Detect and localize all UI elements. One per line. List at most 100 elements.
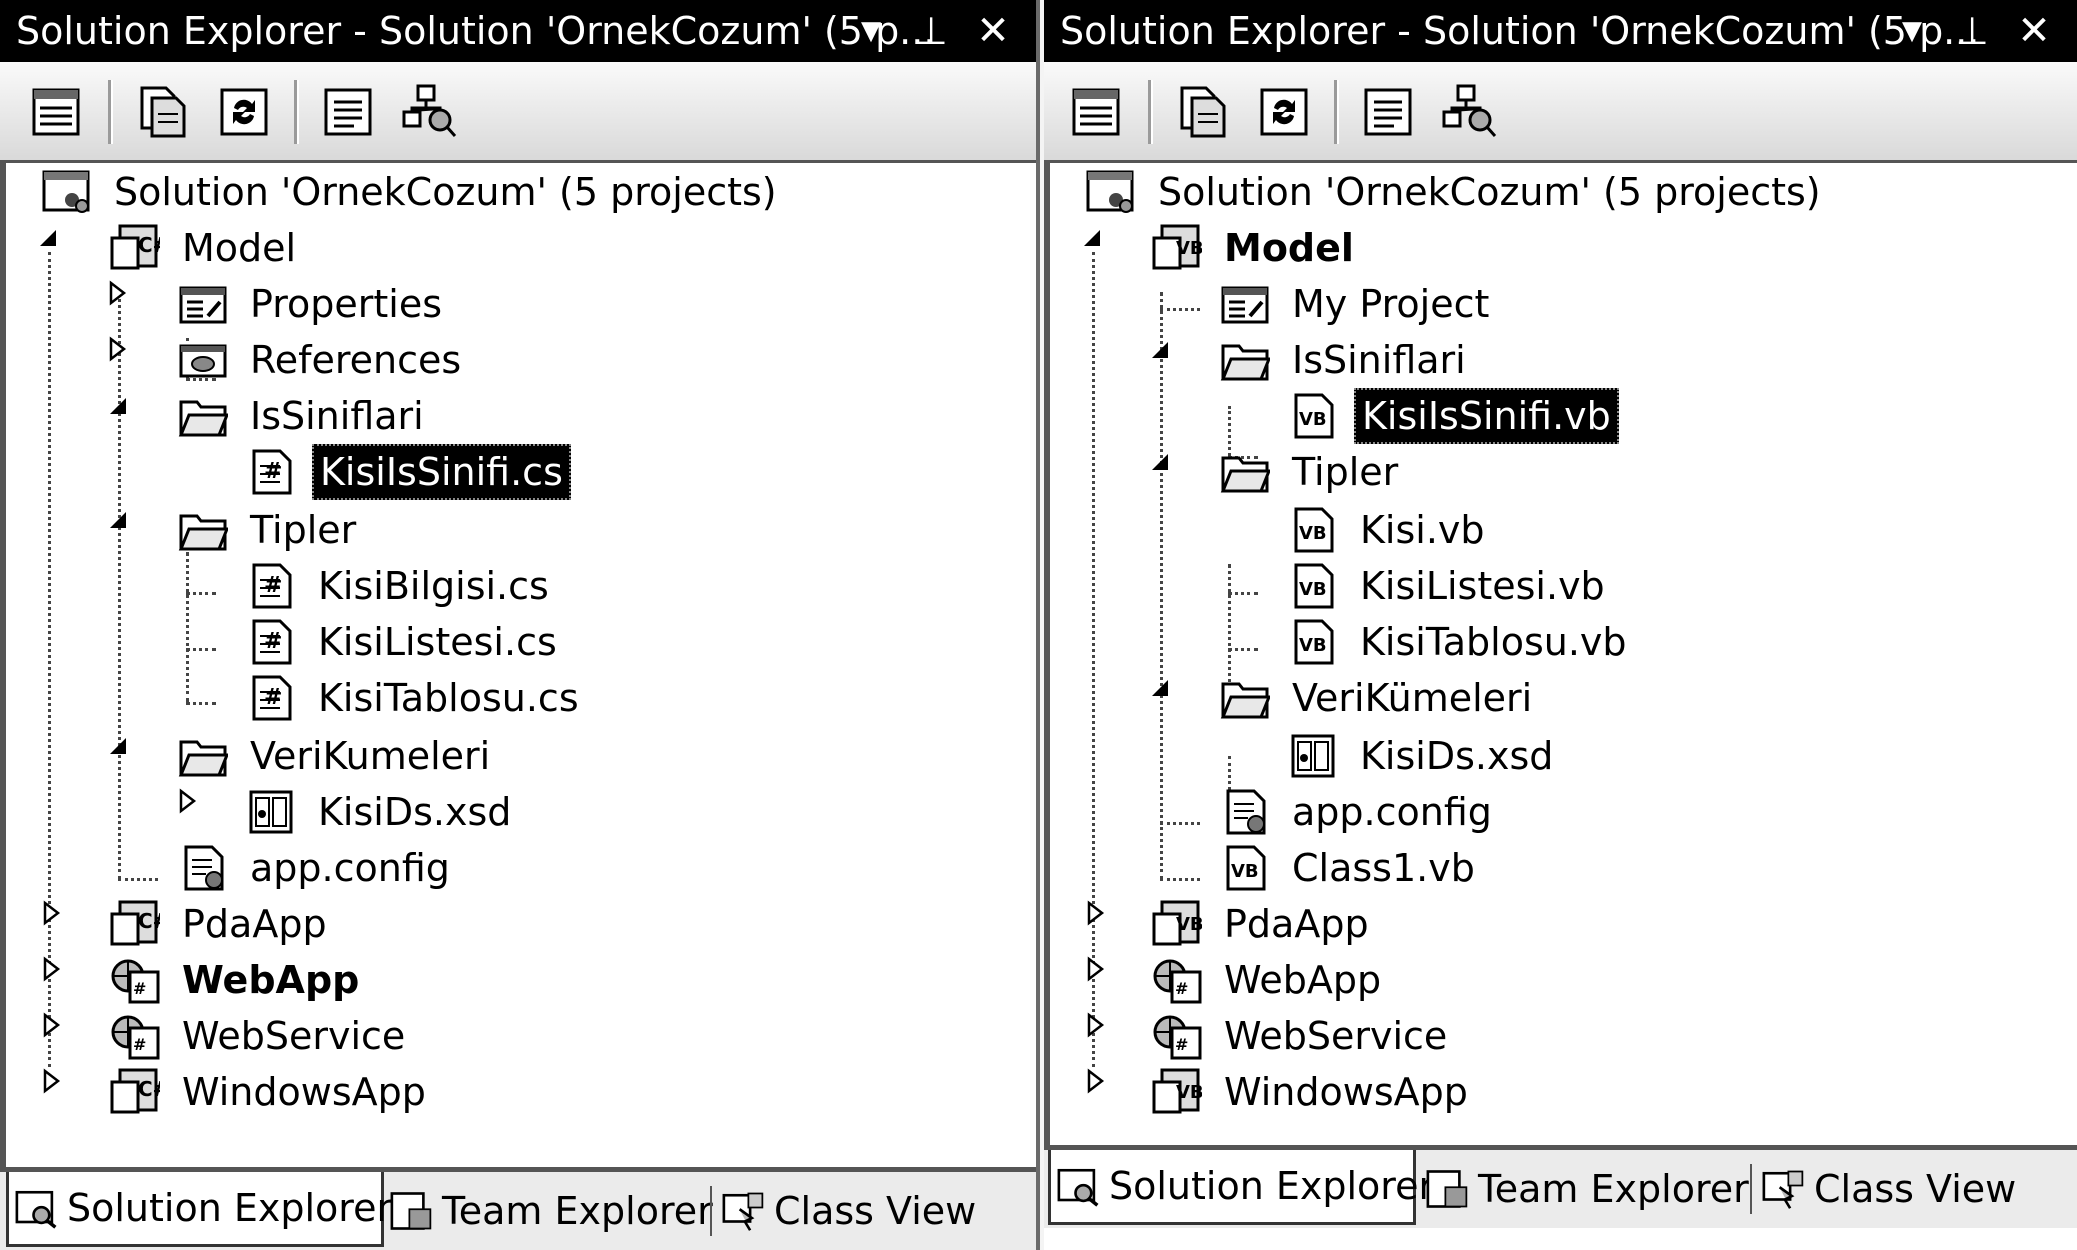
tree-item-label: Tipler [1292, 450, 1399, 494]
dropdown-icon[interactable]: ▼ [1887, 0, 1937, 62]
collapse-toggle-icon[interactable] [42, 1010, 62, 1040]
tree-item-folder[interactable]: IsSiniflari [178, 390, 430, 442]
tool-window-tabs: Solution Explorer Team Explorer Class Vi… [1044, 1150, 2077, 1228]
tree-item-label: WebApp [182, 958, 360, 1002]
web-project-icon [1152, 956, 1202, 1004]
tree-line [1228, 592, 1258, 595]
expand-toggle-icon[interactable] [108, 390, 128, 420]
tree-item-file[interactable]: KisiDs.xsd [246, 786, 517, 838]
show-all-files-icon[interactable] [132, 82, 192, 142]
class-diagram-icon[interactable] [400, 82, 460, 142]
tree-item-label: Kisi.vb [1360, 508, 1485, 552]
tab-class-view[interactable]: Class View [1756, 1156, 2016, 1222]
expand-toggle-icon[interactable] [1150, 446, 1170, 476]
tree-item-label: WebApp [1224, 958, 1382, 1002]
tree-item-folder[interactable]: VeriKümeleri [1220, 672, 1538, 724]
tree-item-label: Class1.vb [1292, 846, 1475, 890]
tree-item-project-startup[interactable]: WebApp [110, 954, 365, 1006]
collapse-toggle-icon[interactable] [1086, 898, 1106, 928]
tree-item-project[interactable]: WebService [1152, 1010, 1453, 1062]
tree-line [1160, 308, 1200, 311]
vb-file-icon [1288, 392, 1338, 440]
tree-line [1160, 878, 1200, 881]
expand-toggle-icon[interactable] [1150, 334, 1170, 364]
tree-item-folder[interactable]: My Project [1220, 278, 1495, 330]
tree-item-folder[interactable]: References [178, 334, 467, 386]
tree-item-folder[interactable]: IsSiniflari [1220, 334, 1472, 386]
folder-icon [1220, 448, 1270, 496]
vb-file-icon [1288, 562, 1338, 610]
tree-item-file-selected[interactable]: KisiIsSinifi.vb [1288, 388, 1619, 444]
tab-solution-explorer[interactable]: Solution Explorer [1048, 1150, 1434, 1225]
tree-line [1228, 648, 1258, 651]
tree-item-file[interactable]: KisiTablosu.vb [1288, 616, 1633, 668]
view-code-icon[interactable] [318, 82, 378, 142]
tree-item-folder[interactable]: Properties [178, 278, 448, 330]
tree-item-project[interactable]: WebApp [1152, 954, 1387, 1006]
tab-team-explorer[interactable]: Team Explorer [384, 1178, 713, 1244]
collapse-toggle-icon[interactable] [1086, 1066, 1106, 1096]
tree-item-file[interactable]: app.config [1220, 786, 1498, 838]
properties-icon[interactable] [28, 82, 88, 142]
tree-line [186, 552, 189, 702]
expand-toggle-icon[interactable] [108, 730, 128, 760]
tree-item-file-selected[interactable]: KisiIsSinifi.cs [246, 444, 571, 500]
vb-file-icon [1288, 506, 1338, 554]
dropdown-icon[interactable]: ▼ [846, 0, 896, 62]
csharp-file-icon [246, 448, 296, 496]
tree-item-file[interactable]: KisiBilgisi.cs [246, 560, 555, 612]
properties-icon[interactable] [1068, 82, 1128, 142]
collapse-toggle-icon[interactable] [178, 786, 198, 816]
tree-item-project[interactable]: Model [110, 222, 302, 274]
tree-item-file[interactable]: Class1.vb [1220, 842, 1481, 894]
tree-item-project[interactable]: PdaApp [110, 898, 333, 950]
tree-item-project-startup[interactable]: Model [1152, 222, 1360, 274]
refresh-icon[interactable] [1254, 82, 1314, 142]
tree-item-folder[interactable]: Tipler [178, 504, 362, 556]
view-code-icon[interactable] [1358, 82, 1418, 142]
tab-team-explorer[interactable]: Team Explorer [1420, 1156, 1749, 1222]
close-icon[interactable]: ✕ [968, 0, 1018, 62]
tree-item-file[interactable]: KisiTablosu.cs [246, 672, 585, 724]
expand-toggle-icon[interactable] [1082, 222, 1102, 252]
tree-item-folder[interactable]: Tipler [1220, 446, 1404, 498]
collapse-toggle-icon[interactable] [108, 278, 128, 308]
tree-item-file[interactable]: app.config [178, 842, 456, 894]
tree-item-project[interactable]: WindowsApp [1152, 1066, 1474, 1118]
tree-item-solution[interactable]: Solution 'OrnekCozum' (5 projects) [1086, 166, 1827, 218]
collapse-toggle-icon[interactable] [42, 1066, 62, 1096]
tree-item-file[interactable]: KisiListesi.cs [246, 616, 563, 668]
class-diagram-icon[interactable] [1440, 82, 1500, 142]
expand-toggle-icon[interactable] [108, 504, 128, 534]
tree-item-label: KisiDs.xsd [318, 790, 512, 834]
tree-item-project[interactable]: WindowsApp [110, 1066, 432, 1118]
close-icon[interactable]: ✕ [2009, 0, 2059, 62]
refresh-icon[interactable] [214, 82, 274, 142]
tab-class-view[interactable]: Class View [716, 1178, 976, 1244]
collapse-toggle-icon[interactable] [1086, 1010, 1106, 1040]
tab-solution-explorer[interactable]: Solution Explorer [6, 1172, 392, 1247]
title-bar: Solution Explorer - Solution 'OrnekCozum… [1044, 0, 2077, 62]
show-all-files-icon[interactable] [1172, 82, 1232, 142]
tree-item-file[interactable]: Kisi.vb [1288, 504, 1491, 556]
tree-item-folder[interactable]: VeriKumeleri [178, 730, 496, 782]
collapse-toggle-icon[interactable] [42, 954, 62, 984]
tree-item-project[interactable]: WebService [110, 1010, 411, 1062]
tree-item-project[interactable]: PdaApp [1152, 898, 1375, 950]
tree-item-file[interactable]: KisiDs.xsd [1288, 730, 1559, 782]
csharp-file-icon [246, 618, 296, 666]
pin-icon[interactable]: ⊥ [906, 0, 956, 62]
toolbar-separator [1334, 80, 1339, 144]
pin-icon[interactable]: ⊥ [1947, 0, 1997, 62]
tree-item-label: VeriKumeleri [250, 734, 491, 778]
collapse-toggle-icon[interactable] [1086, 954, 1106, 984]
collapse-toggle-icon[interactable] [108, 334, 128, 364]
tree-item-file[interactable]: KisiListesi.vb [1288, 560, 1611, 612]
tree-item-solution[interactable]: Solution 'OrnekCozum' (5 projects) [42, 166, 783, 218]
tree-item-label: app.config [250, 846, 450, 890]
expand-toggle-icon[interactable] [1150, 672, 1170, 702]
dataset-xsd-icon [1288, 732, 1338, 780]
collapse-toggle-icon[interactable] [42, 898, 62, 928]
expand-toggle-icon[interactable] [38, 222, 58, 252]
tree-line [186, 702, 216, 705]
